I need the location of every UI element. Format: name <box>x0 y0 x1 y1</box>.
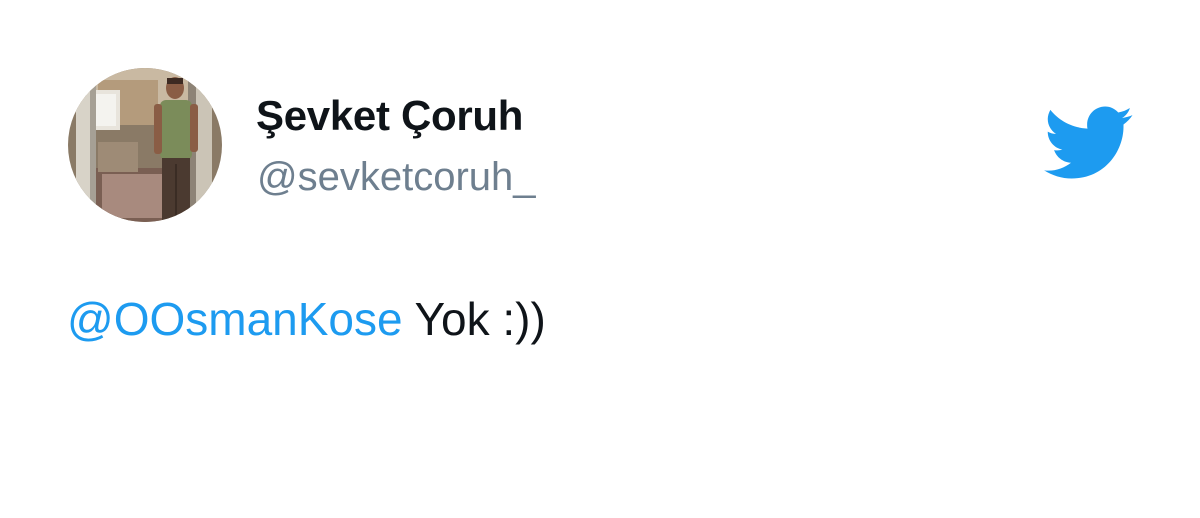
twitter-bird-icon[interactable] <box>1044 106 1134 182</box>
tweet-card: Şevket Çoruh @sevketcoruh_ @OOsmanKose Y… <box>0 0 1200 518</box>
avatar-photo <box>68 68 222 222</box>
twitter-bird-glyph <box>1044 106 1133 179</box>
author-avatar[interactable] <box>68 68 222 222</box>
mention-link[interactable]: @OOsmanKose <box>67 293 403 345</box>
author-handle[interactable]: @sevketcoruh_ <box>257 155 536 200</box>
tweet-text: @OOsmanKose Yok :)) <box>67 292 546 346</box>
tweet-body-text: Yok :)) <box>402 293 546 345</box>
author-display-name[interactable]: Şevket Çoruh <box>256 92 523 140</box>
